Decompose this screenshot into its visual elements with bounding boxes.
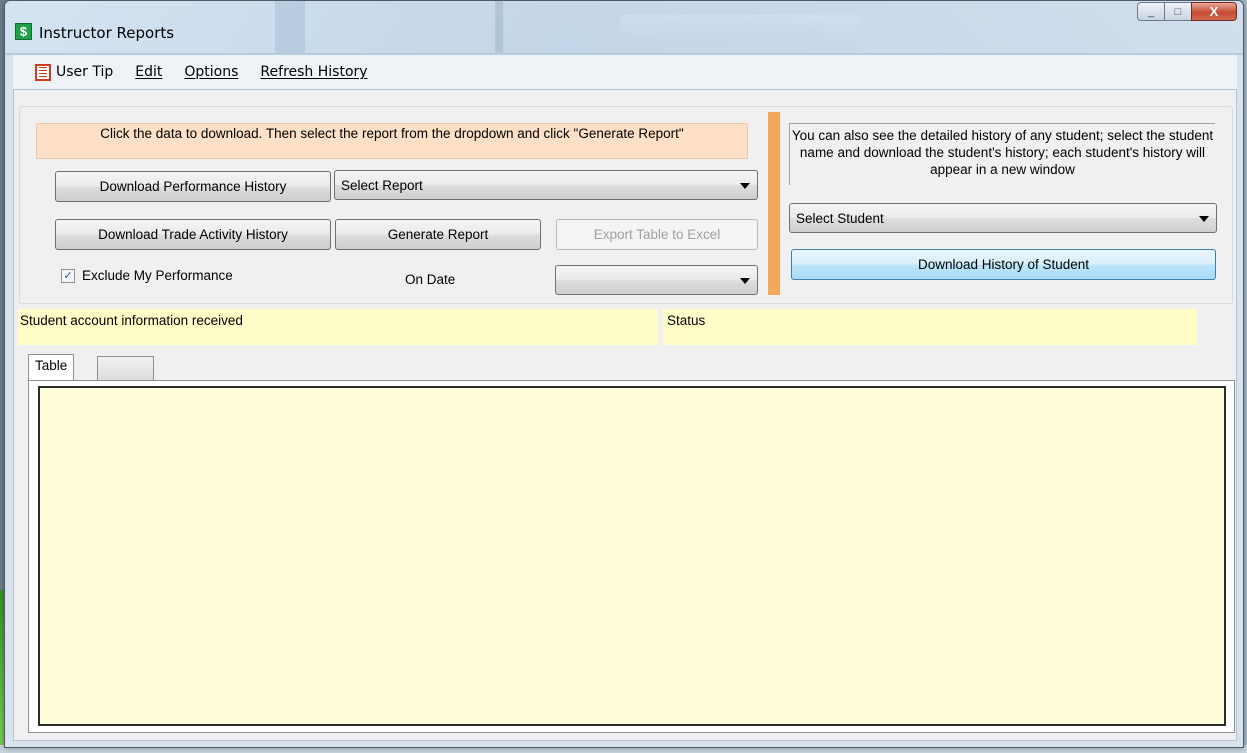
- select-report-dropdown[interactable]: Select Report: [334, 170, 758, 200]
- status-label: Status: [663, 309, 1197, 345]
- select-student-value: Select Student: [796, 210, 884, 226]
- window-title: Instructor Reports: [39, 24, 175, 42]
- exclude-my-performance-checkbox[interactable]: ✓: [61, 268, 75, 283]
- chevron-down-icon: [1199, 216, 1209, 222]
- menu-bar: User Tip Edit Options Refresh History: [13, 55, 1237, 89]
- chevron-down-icon: [740, 278, 750, 284]
- panel-divider: [768, 112, 780, 295]
- chevron-down-icon: [740, 183, 750, 189]
- close-icon: X: [1209, 4, 1219, 19]
- select-report-value: Select Report: [341, 177, 423, 193]
- menu-options[interactable]: Options: [184, 64, 238, 80]
- title-glass-decoration: [275, 1, 305, 53]
- maximize-button[interactable]: □: [1164, 2, 1191, 21]
- generate-report-button[interactable]: Generate Report: [335, 219, 541, 250]
- app-dollar-icon[interactable]: $: [15, 23, 32, 40]
- exclude-my-performance-option[interactable]: ✓ Exclude My Performance: [61, 268, 233, 283]
- menu-user-tip[interactable]: User Tip: [56, 64, 113, 80]
- tab-unnamed[interactable]: [97, 356, 154, 380]
- menu-edit[interactable]: Edit: [135, 64, 162, 80]
- minimize-icon: _: [1147, 5, 1155, 18]
- title-glass-decoration: [620, 15, 860, 45]
- on-date-dropdown[interactable]: [555, 265, 758, 295]
- window-controls: _ □ X: [1137, 2, 1237, 21]
- instructor-reports-window: $ Instructor Reports _ □ X User Tip Edit…: [4, 0, 1244, 748]
- maximize-icon: □: [1174, 5, 1182, 18]
- download-performance-history-button[interactable]: Download Performance History: [55, 171, 331, 202]
- select-student-dropdown[interactable]: Select Student: [789, 203, 1217, 233]
- exclude-my-performance-label: Exclude My Performance: [82, 268, 233, 283]
- student-history-instructions: You can also see the detailed history of…: [789, 123, 1215, 185]
- client-area: Click the data to download. Then select …: [13, 89, 1237, 741]
- minimize-button[interactable]: _: [1137, 2, 1164, 21]
- export-table-to-excel-button[interactable]: Export Table to Excel: [556, 219, 758, 250]
- report-instructions: Click the data to download. Then select …: [36, 123, 748, 159]
- table-tab-panel: [28, 380, 1235, 733]
- title-glass-decoration: [495, 1, 503, 53]
- report-table-area[interactable]: [38, 386, 1226, 726]
- close-button[interactable]: X: [1191, 2, 1237, 21]
- download-history-of-student-button[interactable]: Download History of Student: [791, 249, 1216, 280]
- download-trade-activity-history-button[interactable]: Download Trade Activity History: [55, 219, 331, 250]
- document-list-icon[interactable]: [35, 63, 51, 81]
- menu-refresh-history[interactable]: Refresh History: [260, 64, 367, 80]
- tab-table[interactable]: Table: [28, 354, 75, 382]
- status-message: Student account information received: [18, 309, 658, 345]
- title-bar[interactable]: $ Instructor Reports _ □ X: [5, 1, 1243, 53]
- on-date-label: On Date: [405, 272, 456, 287]
